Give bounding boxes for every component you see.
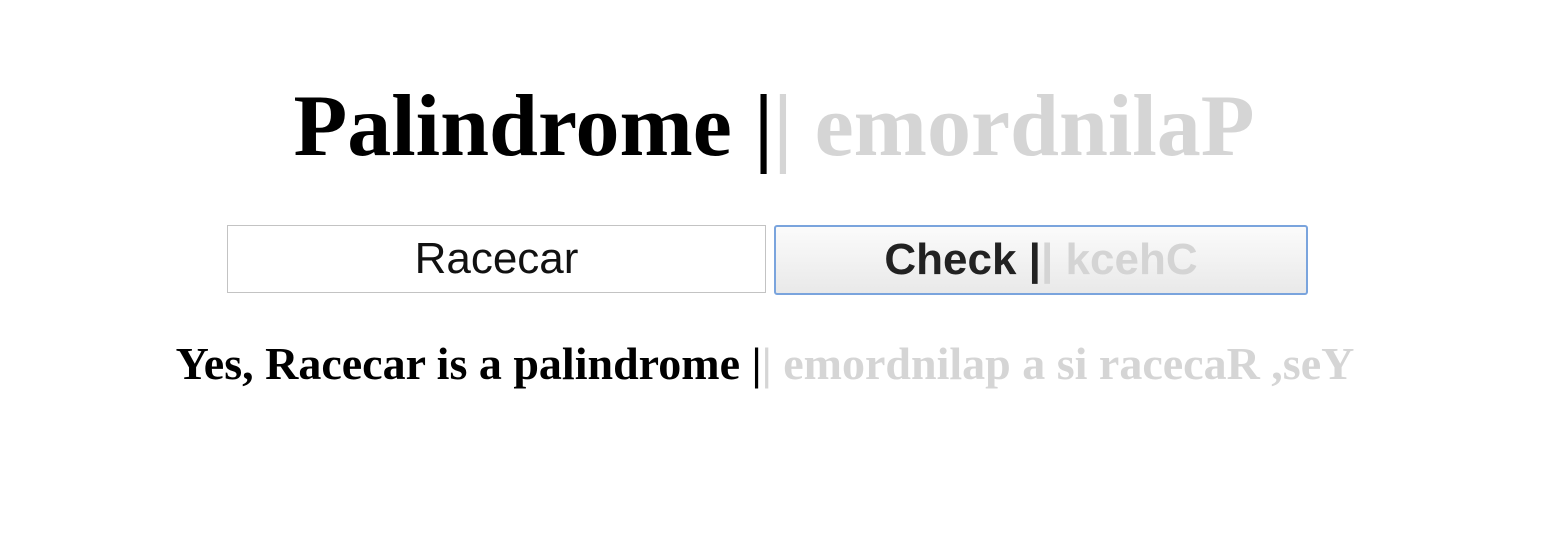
title-text: Palindrome |	[293, 78, 774, 175]
title-mirror-text: | emordnilaP	[773, 78, 1255, 175]
result-text: Yes, Racecar is a palindrome |	[175, 338, 762, 389]
check-button-label: Check |	[884, 235, 1041, 284]
word-input[interactable]	[227, 225, 766, 293]
check-button-mirror-label: | kcehC	[1041, 235, 1198, 284]
check-button[interactable]: Check || kcehC	[774, 225, 1308, 295]
page-title: Palindrome || emordnilaP	[0, 72, 1548, 182]
palindrome-form: Check || kcehC	[227, 225, 1308, 295]
result-message: Yes, Racecar is a palindrome || emordnil…	[0, 336, 1530, 392]
result-mirror-text: | emordnilap a si racecaR ,seY	[761, 338, 1355, 389]
